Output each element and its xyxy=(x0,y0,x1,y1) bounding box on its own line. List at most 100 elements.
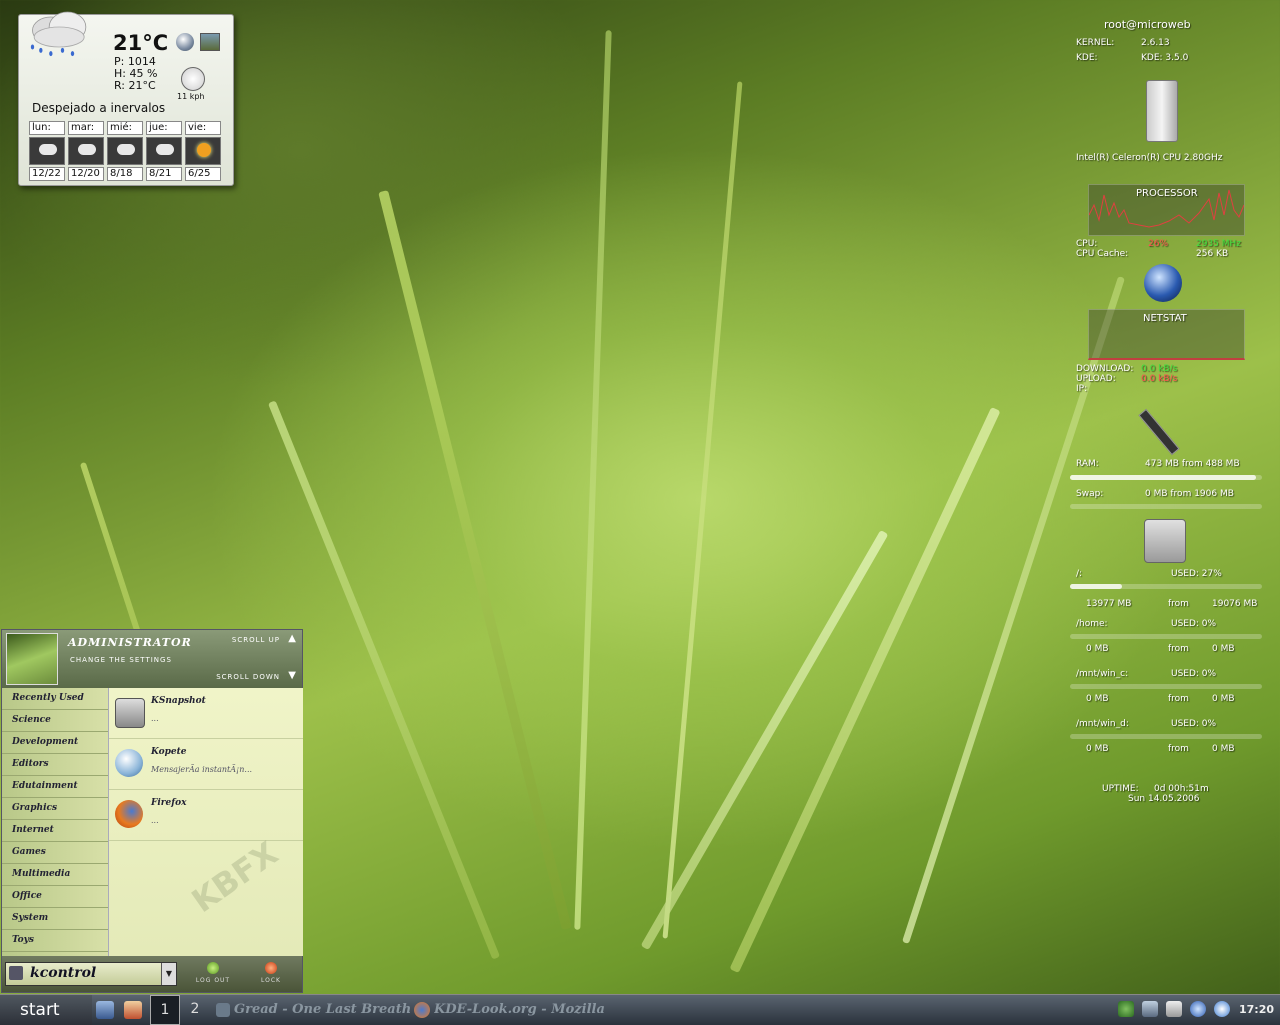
kde-label: KDE: xyxy=(1076,53,1098,63)
arrow-down-icon[interactable]: ▼ xyxy=(288,670,296,681)
cpu-cache-label: CPU Cache: xyxy=(1076,249,1129,259)
cpu-model: Intel(R) Celeron(R) CPU 2.80GHz xyxy=(1076,153,1223,163)
weather-temperature: 21°C xyxy=(113,31,169,55)
window-icon xyxy=(216,1003,230,1017)
app-description: ... xyxy=(151,714,159,723)
app-item-kopete[interactable]: Kopete MensajerÃ­a instantÃ¡n... xyxy=(109,739,303,790)
chevron-down-icon[interactable]: ▼ xyxy=(161,963,176,985)
swap-label: Swap: xyxy=(1076,489,1104,499)
category-internet[interactable]: Internet xyxy=(2,820,108,842)
menu-header: ADMINISTRATOR CHANGE THE SETTINGS SCROLL… xyxy=(2,630,302,688)
category-system[interactable]: System xyxy=(2,908,108,930)
disk-total-mb: 0 MB xyxy=(1212,694,1235,704)
category-recently-used[interactable]: Recently Used xyxy=(2,688,108,710)
lock-button[interactable]: LOCK xyxy=(244,958,298,990)
disk-mount: /: xyxy=(1076,569,1083,579)
disk-total-mb: 0 MB xyxy=(1212,644,1235,654)
compass-icon xyxy=(181,67,205,91)
forecast-day-temp: 8/21 xyxy=(146,167,182,181)
clock[interactable]: 17:20 xyxy=(1239,995,1274,1025)
category-development[interactable]: Development xyxy=(2,732,108,754)
kopete-tray-icon[interactable] xyxy=(1118,1001,1134,1017)
disk-bar xyxy=(1070,734,1262,739)
taskbar: start 1 2 Gread - One Last Breath KDE-Lo… xyxy=(0,994,1280,1025)
category-games[interactable]: Games xyxy=(2,842,108,864)
forecast-day-name: vie: xyxy=(185,121,221,135)
category-list: Recently Used Science Development Editor… xyxy=(2,688,108,956)
cpu-label: CPU: xyxy=(1076,239,1098,249)
kernel-value: 2.6.13 xyxy=(1141,38,1170,48)
scroll-up-button[interactable]: SCROLL UP xyxy=(232,636,280,644)
category-graphics[interactable]: Graphics xyxy=(2,798,108,820)
desktop-switch-2[interactable]: 2 xyxy=(181,995,209,1023)
home-icon[interactable] xyxy=(124,1001,142,1019)
desktop-icon[interactable] xyxy=(96,1001,114,1019)
weather-tray-icon[interactable] xyxy=(1190,1001,1206,1017)
app-item-firefox[interactable]: Firefox ... xyxy=(109,790,303,841)
uptime-label: UPTIME: xyxy=(1102,784,1139,794)
category-office[interactable]: Office xyxy=(2,886,108,908)
forecast-day-name: lun: xyxy=(29,121,65,135)
cloud-icon xyxy=(146,137,182,165)
swap-value: 0 MB from 1906 MB xyxy=(1145,489,1234,499)
disk-used: USED: 0% xyxy=(1171,719,1217,729)
user-avatar[interactable] xyxy=(6,633,58,685)
disk-mount: /home: xyxy=(1076,619,1108,629)
forecast-day-name: mar: xyxy=(68,121,104,135)
ram-bar xyxy=(1070,475,1262,480)
category-science[interactable]: Science xyxy=(2,710,108,732)
download-rate: 0.0 kB/s xyxy=(1141,364,1178,374)
firefox-icon xyxy=(115,800,143,828)
download-label: DOWNLOAD: xyxy=(1076,364,1134,374)
category-multimedia[interactable]: Multimedia xyxy=(2,864,108,886)
disk-used: USED: 0% xyxy=(1171,619,1217,629)
forecast-day-temp: 12/22 xyxy=(29,167,65,181)
run-command-input[interactable]: kcontrol ▼ xyxy=(5,962,177,986)
disk-from: from xyxy=(1168,599,1189,609)
disk-used-mb: 13977 MB xyxy=(1086,599,1132,609)
start-menu[interactable]: ADMINISTRATOR CHANGE THE SETTINGS SCROLL… xyxy=(1,629,303,993)
disk-used-mb: 0 MB xyxy=(1086,644,1109,654)
cpu-usage: 26% xyxy=(1148,239,1169,249)
computer-icon xyxy=(1146,80,1178,142)
forecast-day: lun: 12/22 xyxy=(29,121,65,181)
disk-used-mb: 0 MB xyxy=(1086,744,1109,754)
run-command-value: kcontrol xyxy=(30,965,97,981)
menu-username: ADMINISTRATOR xyxy=(68,636,192,649)
application-list: KSnapshot ... Kopete MensajerÃ­a instant… xyxy=(108,688,303,956)
photo-icon[interactable] xyxy=(200,33,220,51)
app-item-ksnapshot[interactable]: KSnapshot ... xyxy=(109,688,303,739)
disk-from: from xyxy=(1168,694,1189,704)
ram-icon xyxy=(1138,408,1180,456)
scroll-down-button[interactable]: SCROLL DOWN xyxy=(216,673,280,681)
network-icon[interactable] xyxy=(1142,1001,1158,1017)
forecast-day-name: mié: xyxy=(107,121,143,135)
menu-footer: kcontrol ▼ LOG OUT LOCK xyxy=(2,956,302,992)
volume-icon[interactable] xyxy=(1166,1001,1182,1017)
category-toys[interactable]: Toys xyxy=(2,930,108,952)
system-monitor: root@microweb KERNEL: 2.6.13 KDE: KDE: 3… xyxy=(1068,14,1268,814)
category-edutainment[interactable]: Edutainment xyxy=(2,776,108,798)
lock-icon xyxy=(265,962,277,974)
current-date: Sun 14.05.2006 xyxy=(1128,794,1200,804)
category-editors[interactable]: Editors xyxy=(2,754,108,776)
harddisk-icon xyxy=(1144,519,1186,563)
update-icon[interactable] xyxy=(1214,1001,1230,1017)
forecast-day-temp: 12/20 xyxy=(68,167,104,181)
forecast-day: vie: 6/25 xyxy=(185,121,221,181)
start-button[interactable]: start xyxy=(0,995,92,1025)
weather-realfeel: R: 21°C xyxy=(114,79,156,92)
task-button-gread[interactable]: Gread - One Last Breath xyxy=(234,999,410,1021)
globe-icon[interactable] xyxy=(176,33,194,51)
arrow-up-icon[interactable]: ▲ xyxy=(288,633,296,644)
change-settings-link[interactable]: CHANGE THE SETTINGS xyxy=(70,656,172,664)
logout-button[interactable]: LOG OUT xyxy=(186,958,240,990)
weather-wind: 11 kph xyxy=(177,92,205,101)
cpu-cache-value: 256 KB xyxy=(1196,249,1229,259)
disk-used: USED: 0% xyxy=(1171,669,1217,679)
desktop-switch-1[interactable]: 1 xyxy=(150,995,180,1025)
cloud-icon xyxy=(107,137,143,165)
disk-used: USED: 27% xyxy=(1171,569,1222,579)
task-button-firefox[interactable]: KDE-Look.org - Mozilla xyxy=(434,999,610,1021)
weather-widget[interactable]: 21°C P: 1014 H: 45 % R: 21°C 11 kph Desp… xyxy=(18,11,234,186)
